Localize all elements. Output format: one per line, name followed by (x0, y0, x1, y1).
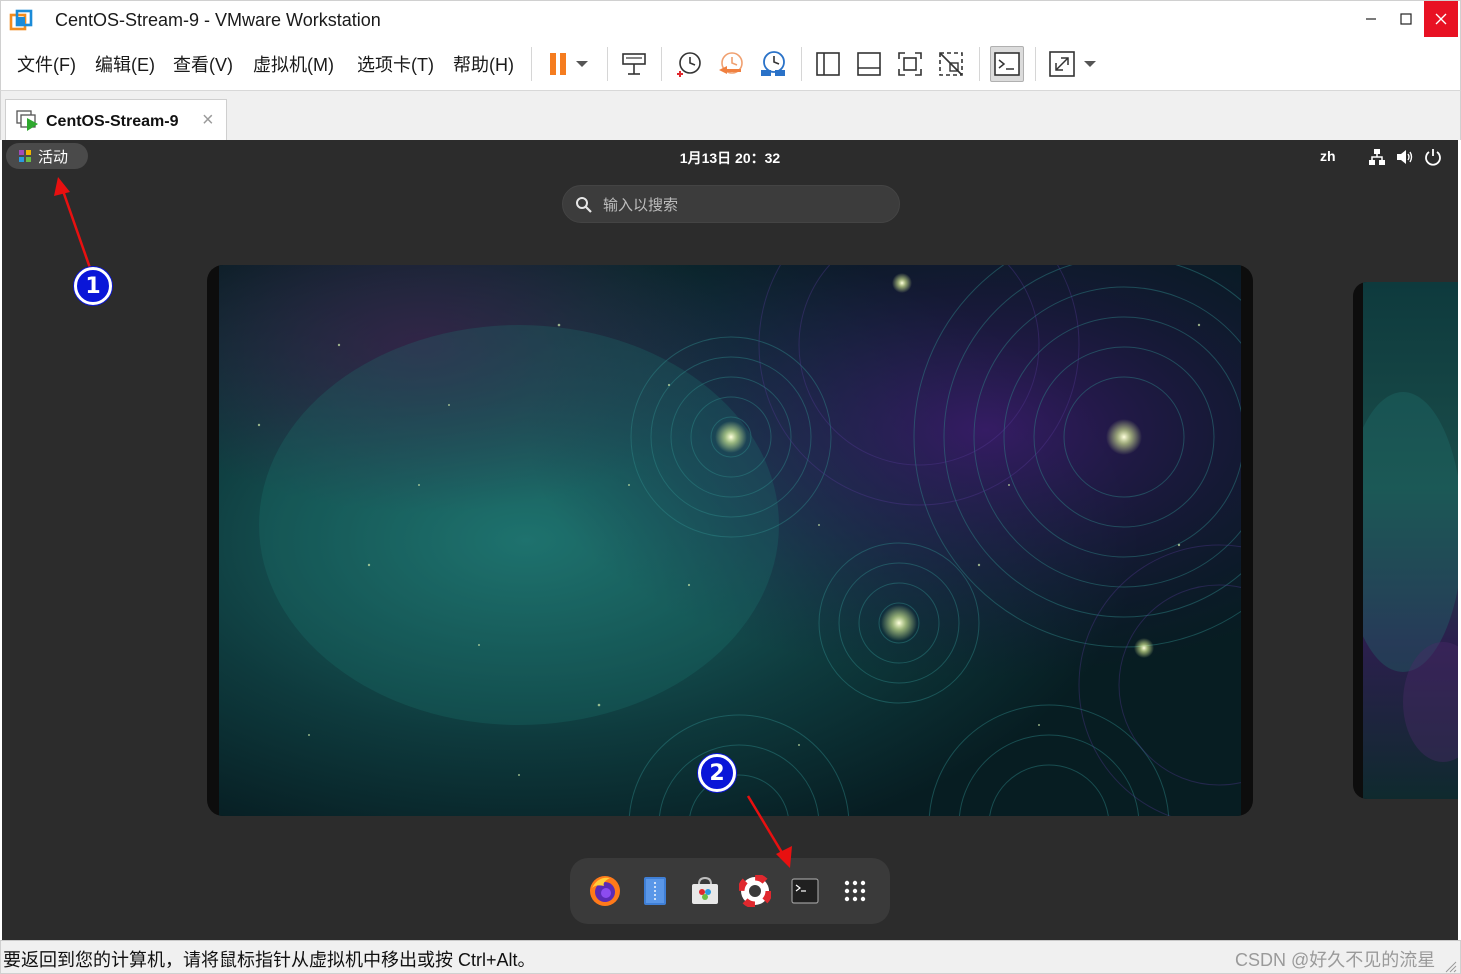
close-button[interactable] (1424, 1, 1458, 37)
help-icon (739, 875, 771, 907)
activities-icon (19, 150, 31, 162)
dash-show-apps[interactable] (836, 872, 874, 910)
toolbar-separator (607, 47, 608, 81)
workspace-thumbnail[interactable] (207, 265, 1253, 816)
tab-close-icon[interactable]: × (202, 110, 214, 130)
activities-button[interactable]: 活动 (6, 143, 88, 169)
volume-icon[interactable] (1396, 148, 1414, 166)
toolbar-separator (661, 47, 662, 81)
maximize-icon (1400, 13, 1412, 25)
pause-icon (550, 53, 566, 75)
minimize-icon (1366, 18, 1376, 20)
menu-edit[interactable]: 编辑(E) (95, 51, 155, 77)
dash-firefox[interactable] (586, 872, 624, 910)
search-icon (576, 197, 592, 213)
dropdown-icon (1084, 61, 1096, 67)
dash (570, 858, 890, 924)
title-bar: CentOS-Stream-9 - VMware Workstation (0, 0, 1461, 38)
guest-screen[interactable]: 活动 1月13日 20：32 zh 输入以搜索 1 2 (2, 140, 1458, 940)
minimize-button[interactable] (1354, 1, 1388, 37)
resize-grip-icon[interactable] (1441, 957, 1457, 973)
thumbnail-view-button[interactable] (853, 48, 885, 80)
snapshot-button[interactable] (673, 48, 705, 80)
status-bar: 要返回到您的计算机，请将鼠标指针从虚拟机中移出或按 Ctrl+Alt。 CSDN… (0, 940, 1461, 974)
wallpaper-image (219, 265, 1241, 816)
snapshot-manager-button[interactable] (757, 48, 789, 80)
wallpaper-image (1363, 282, 1458, 799)
revert-snapshot-button[interactable] (715, 48, 747, 80)
console-view-button[interactable] (990, 46, 1024, 82)
activities-label: 活动 (38, 148, 69, 166)
menu-vm[interactable]: 虚拟机(M) (253, 51, 334, 77)
close-icon (1435, 13, 1447, 25)
power-dropdown[interactable] (571, 48, 593, 80)
console-view-icon (994, 52, 1020, 76)
tab-strip: CentOS-Stream-9 × (0, 90, 1461, 141)
snapshot-manager-icon (761, 51, 785, 76)
revert-snapshot-icon (719, 52, 743, 74)
firefox-icon (590, 876, 620, 906)
unity-button[interactable] (935, 48, 967, 80)
pause-button[interactable] (542, 48, 574, 80)
fullscreen-icon (898, 52, 922, 76)
menu-tabs[interactable]: 选项卡(T) (357, 51, 434, 77)
vm-running-icon (16, 110, 38, 131)
stretch-button[interactable] (1046, 48, 1078, 80)
tab-label: CentOS-Stream-9 (46, 113, 179, 130)
dropdown-icon (576, 61, 588, 67)
toolbar-separator (979, 47, 980, 81)
toolbar-separator (801, 47, 802, 81)
status-message: 要返回到您的计算机，请将鼠标指针从虚拟机中移出或按 Ctrl+Alt。 (3, 950, 536, 970)
overview-search[interactable] (562, 185, 900, 223)
snapshot-icon (677, 52, 701, 77)
fullscreen-button[interactable] (894, 48, 926, 80)
next-workspace-thumbnail[interactable] (1353, 282, 1458, 799)
power-icon[interactable] (1424, 148, 1442, 166)
dash-terminal[interactable] (786, 872, 824, 910)
network-icon[interactable] (1368, 148, 1386, 166)
text-editor-icon (644, 877, 666, 905)
callout-1: 1 (74, 267, 112, 305)
thumbnail-view-icon (857, 52, 881, 76)
toolbar-separator (1035, 47, 1036, 81)
library-view-icon (816, 52, 840, 76)
unity-icon (939, 52, 963, 76)
menu-view[interactable]: 查看(V) (173, 51, 233, 77)
callout-2: 2 (698, 754, 736, 792)
dash-text-editor[interactable] (636, 872, 674, 910)
send-ctrl-alt-del-icon (622, 53, 646, 75)
toolbar-separator (531, 47, 532, 81)
clock[interactable]: 1月13日 20：32 (642, 148, 818, 168)
arrow-1-line (60, 187, 92, 269)
library-view-button[interactable] (812, 48, 844, 80)
stretch-dropdown[interactable] (1079, 48, 1101, 80)
menu-help[interactable]: 帮助(H) (453, 51, 514, 77)
dash-software[interactable] (686, 872, 724, 910)
vmware-app-icon (9, 9, 33, 31)
window-title: CentOS-Stream-9 - VMware Workstation (55, 10, 381, 30)
send-ctrl-alt-del-button[interactable] (618, 48, 650, 80)
menu-toolbar: 文件(F) 编辑(E) 查看(V) 虚拟机(M) 选项卡(T) 帮助(H) (0, 38, 1461, 90)
search-input[interactable] (603, 194, 883, 216)
dash-help[interactable] (736, 872, 774, 910)
tab-centos-stream-9[interactable]: CentOS-Stream-9 × (5, 99, 227, 141)
stretch-icon (1049, 51, 1075, 77)
maximize-button[interactable] (1389, 1, 1423, 37)
software-center-icon (692, 876, 718, 904)
terminal-icon (791, 878, 819, 904)
gnome-top-bar: 活动 1月13日 20：32 zh (2, 140, 1458, 172)
watermark: CSDN @好久不见的流星 (1235, 950, 1436, 970)
input-language[interactable]: zh (1320, 148, 1336, 164)
show-apps-icon (844, 880, 866, 902)
menu-file[interactable]: 文件(F) (17, 51, 76, 77)
arrow-1-head (54, 177, 70, 196)
